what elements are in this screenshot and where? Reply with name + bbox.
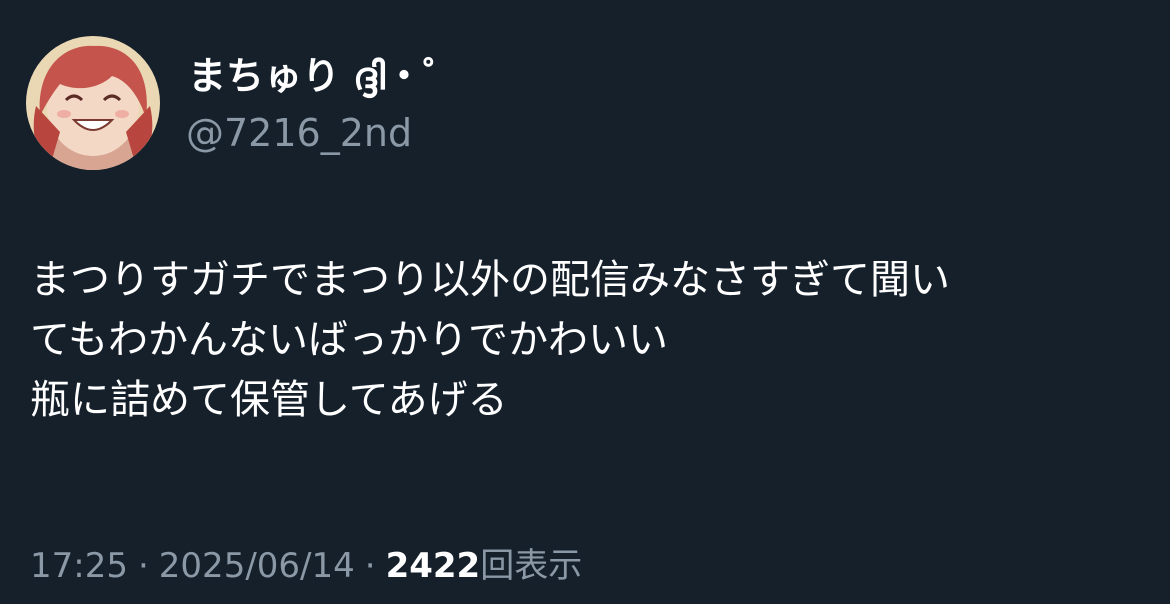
user-handle[interactable]: @7216_2nd: [186, 108, 412, 158]
meta-separator: ·: [137, 546, 149, 586]
tweet-text-line: てもわかんないばっかりでかわいい: [30, 317, 668, 363]
views-count: 2422: [385, 546, 481, 586]
avatar[interactable]: [26, 36, 160, 170]
meta-separator: ·: [364, 546, 376, 586]
tweet-text-line: まつりすガチでまつり以外の配信みなさすぎて聞い: [30, 257, 950, 303]
tweet-meta: 17:25 · 2025/06/14 · 2422回表示: [30, 538, 582, 594]
anime-girl-avatar-icon: [26, 36, 160, 170]
views-label: 回表示: [480, 546, 583, 586]
tweet-date[interactable]: 2025/06/14: [159, 546, 355, 586]
tweet-time[interactable]: 17:25: [30, 546, 128, 586]
tweet-text: まつりすガチでまつり以外の配信みなさすぎて聞い てもわかんないばっかりでかわいい…: [30, 250, 1140, 430]
tweet-card: まちゅり ദ്ദി・゜ @7216_2nd まつりすガチでまつり以外の配信みなさ…: [0, 0, 1170, 604]
display-name[interactable]: まちゅり ദ്ദി・゜: [188, 50, 461, 102]
tweet-text-line: 瓶に詰めて保管してあげる: [30, 377, 508, 423]
